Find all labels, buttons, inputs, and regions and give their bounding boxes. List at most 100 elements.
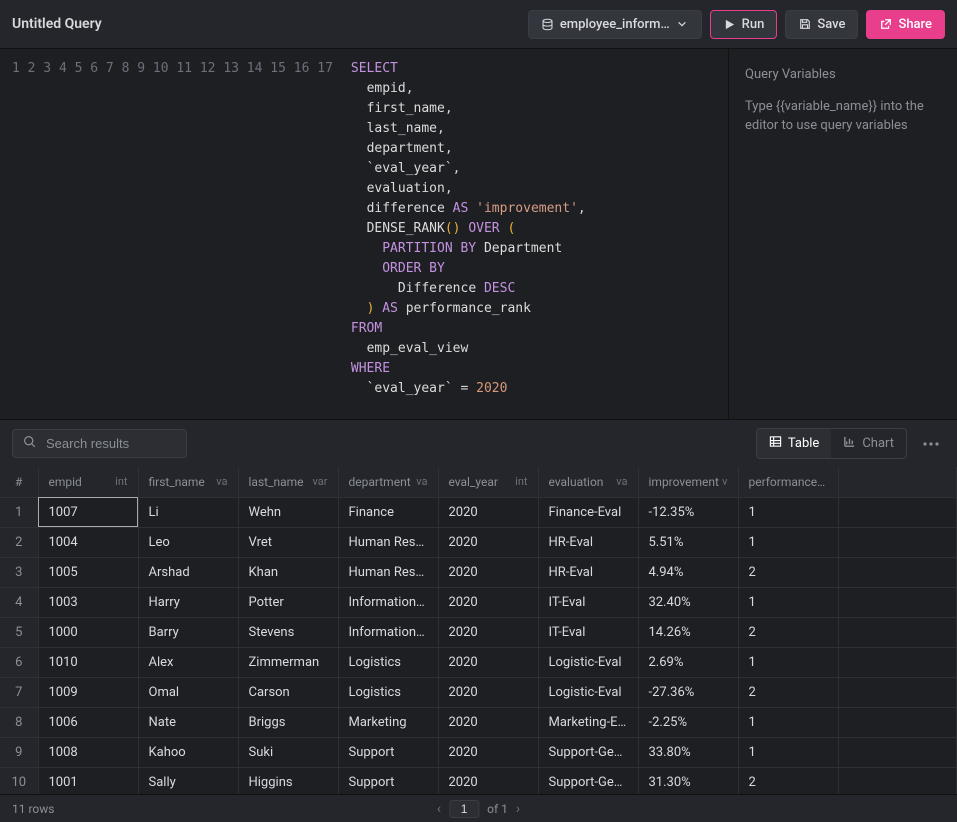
cell-first_name[interactable]: Nate [138,707,238,737]
cell-rank[interactable]: 1 [738,497,838,527]
cell-rank[interactable]: 1 [738,647,838,677]
cell-eval_year[interactable]: 2020 [438,497,538,527]
table-row[interactable]: 91008KahooSukiSupport2020Support-Gen…33.… [0,737,957,767]
col-first_name[interactable]: first_nameva [138,467,238,497]
cell-eval_year[interactable]: 2020 [438,557,538,587]
page-input[interactable] [449,800,479,818]
cell-eval_year[interactable]: 2020 [438,707,538,737]
sql-editor[interactable]: 1 2 3 4 5 6 7 8 9 10 11 12 13 14 15 16 1… [0,49,729,419]
cell-first_name[interactable]: Leo [138,527,238,557]
cell-empid[interactable]: 1003 [38,587,138,617]
cell-improvement[interactable]: -12.35% [638,497,738,527]
cell-last_name[interactable]: Zimmerman [238,647,338,677]
cell-eval_year[interactable]: 2020 [438,737,538,767]
query-title[interactable]: Untitled Query [12,16,102,32]
cell-first_name[interactable]: Alex [138,647,238,677]
cell-improvement[interactable]: -2.25% [638,707,738,737]
results-table-scroll[interactable]: # empidintfirst_namevalast_namevardepart… [0,467,957,794]
cell-first_name[interactable]: Arshad [138,557,238,587]
cell-last_name[interactable]: Higgins [238,767,338,794]
cell-rank[interactable]: 2 [738,557,838,587]
table-row[interactable]: 11007LiWehnFinance2020Finance-Eval-12.35… [0,497,957,527]
run-button[interactable]: Run [710,10,778,39]
cell-last_name[interactable]: Vret [238,527,338,557]
cell-department[interactable]: Support [338,767,438,794]
cell-last_name[interactable]: Khan [238,557,338,587]
cell-evaluation[interactable]: HR-Eval [538,527,638,557]
col-improvement[interactable]: improvementv [638,467,738,497]
cell-rank[interactable]: 1 [738,587,838,617]
cell-eval_year[interactable]: 2020 [438,677,538,707]
database-selector[interactable]: employee_inform… [528,10,702,39]
table-row[interactable]: 61010AlexZimmermanLogistics2020Logistic-… [0,647,957,677]
cell-empid[interactable]: 1007 [38,497,138,527]
cell-improvement[interactable]: 2.69% [638,647,738,677]
cell-department[interactable]: Finance [338,497,438,527]
cell-evaluation[interactable]: Support-Gen… [538,737,638,767]
cell-empid[interactable]: 1001 [38,767,138,794]
cell-improvement[interactable]: 31.30% [638,767,738,794]
cell-empid[interactable]: 1010 [38,647,138,677]
col-performance_ran[interactable]: performance_ran [738,467,838,497]
cell-improvement[interactable]: 14.26% [638,617,738,647]
cell-rank[interactable]: 2 [738,677,838,707]
cell-empid[interactable]: 1008 [38,737,138,767]
table-row[interactable]: 81006NateBriggsMarketing2020Marketing-E…… [0,707,957,737]
cell-last_name[interactable]: Briggs [238,707,338,737]
cell-evaluation[interactable]: Marketing-E… [538,707,638,737]
cell-first_name[interactable]: Kahoo [138,737,238,767]
cell-rank[interactable]: 2 [738,617,838,647]
save-button[interactable]: Save [785,10,858,39]
cell-eval_year[interactable]: 2020 [438,617,538,647]
table-row[interactable]: 101001SallyHigginsSupport2020Support-Gen… [0,767,957,794]
search-results[interactable] [12,429,187,458]
prev-page[interactable]: ‹ [437,801,441,817]
cell-rank[interactable]: 1 [738,737,838,767]
cell-department[interactable]: Support [338,737,438,767]
cell-department[interactable]: Human Reso… [338,527,438,557]
cell-empid[interactable]: 1004 [38,527,138,557]
col-eval_year[interactable]: eval_yearint [438,467,538,497]
table-row[interactable]: 71009OmalCarsonLogistics2020Logistic-Eva… [0,677,957,707]
cell-last_name[interactable]: Potter [238,587,338,617]
cell-evaluation[interactable]: Logistic-Eval [538,677,638,707]
cell-evaluation[interactable]: IT-Eval [538,587,638,617]
cell-empid[interactable]: 1009 [38,677,138,707]
cell-department[interactable]: Information … [338,587,438,617]
cell-improvement[interactable]: 33.80% [638,737,738,767]
cell-evaluation[interactable]: Finance-Eval [538,497,638,527]
table-row[interactable]: 51000BarryStevensInformation …2020IT-Eva… [0,617,957,647]
cell-first_name[interactable]: Sally [138,767,238,794]
cell-eval_year[interactable]: 2020 [438,587,538,617]
col-last_name[interactable]: last_namevar [238,467,338,497]
cell-first_name[interactable]: Omal [138,677,238,707]
share-button[interactable]: Share [866,10,945,39]
table-row[interactable]: 31005ArshadKhanHuman Reso…2020HR-Eval4.9… [0,557,957,587]
cell-evaluation[interactable]: Support-Gen… [538,767,638,794]
cell-eval_year[interactable]: 2020 [438,527,538,557]
cell-department[interactable]: Logistics [338,647,438,677]
view-table[interactable]: Table [757,429,831,458]
col-row-number[interactable]: # [0,467,38,497]
col-department[interactable]: departmentva [338,467,438,497]
more-menu[interactable] [917,430,945,458]
cell-last_name[interactable]: Carson [238,677,338,707]
next-page[interactable]: › [516,801,520,817]
cell-last_name[interactable]: Wehn [238,497,338,527]
cell-department[interactable]: Information … [338,617,438,647]
cell-last_name[interactable]: Stevens [238,617,338,647]
col-evaluation[interactable]: evaluationva [538,467,638,497]
cell-improvement[interactable]: 32.40% [638,587,738,617]
cell-empid[interactable]: 1000 [38,617,138,647]
cell-last_name[interactable]: Suki [238,737,338,767]
cell-evaluation[interactable]: Logistic-Eval [538,647,638,677]
cell-first_name[interactable]: Harry [138,587,238,617]
cell-empid[interactable]: 1005 [38,557,138,587]
search-input[interactable] [44,435,176,452]
cell-eval_year[interactable]: 2020 [438,647,538,677]
cell-evaluation[interactable]: HR-Eval [538,557,638,587]
cell-department[interactable]: Human Reso… [338,557,438,587]
cell-improvement[interactable]: 4.94% [638,557,738,587]
cell-eval_year[interactable]: 2020 [438,767,538,794]
cell-department[interactable]: Marketing [338,707,438,737]
